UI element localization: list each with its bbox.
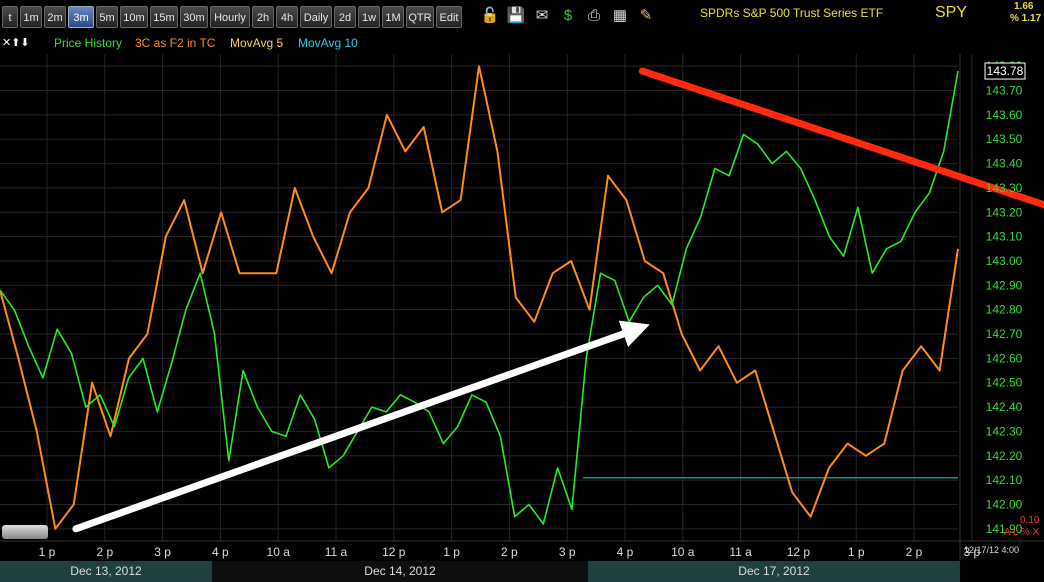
date-segment: Dec 13, 2012 [0,561,212,582]
y-tick-label: 143.10 [986,230,1023,244]
x-tick-label: 1 p [39,545,56,559]
y-tick-label: 142.70 [986,327,1023,341]
y-tick-label: 142.60 [986,351,1023,365]
y-tick-label: 142.80 [986,303,1023,317]
x-tick-label: 2 p [501,545,518,559]
x-tick-label: 11 a [325,545,348,559]
y-tick-label: 142.40 [986,400,1023,414]
y-tick-label: 142.30 [986,424,1023,438]
x-tick-label: 10 a [267,545,291,559]
y-tick-label: 143.40 [986,157,1023,171]
white-trend-arrow [72,320,650,533]
x-tick-label: 3 p [559,545,576,559]
x-tick-label: 1 p [848,545,865,559]
date-bar: Dec 13, 2012 Dec 14, 2012 Dec 17, 2012 [0,561,1044,582]
y-tick-label: 143.30 [986,181,1023,195]
last-price-label: 143.78 [987,64,1024,78]
x-tick-label: 3 p [154,545,171,559]
date-segment: Dec 14, 2012 [212,561,588,582]
x-tick-label: 4 p [617,545,634,559]
x-tick-label: 4 p [212,545,229,559]
y-tick-label: 143.60 [986,108,1023,122]
x-tick-label: 2 p [96,545,113,559]
x-tick-label: 2 p [906,545,923,559]
series-3c-indicator [0,65,959,530]
x-tick-label: 12 p [787,545,811,559]
x-tick-label: 12 p [382,545,406,559]
y-tick-label: 142.90 [986,278,1023,292]
axis-scale-value: 0.10 [1020,515,1040,526]
y-tick-label: 142.50 [986,376,1023,390]
y-tick-label: 143.00 [986,254,1023,268]
date-segment: Dec 17, 2012 [588,561,960,582]
y-tick-label: 143.70 [986,84,1023,98]
last-bar-timestamp: 12/17/12 4:00 [964,545,1020,555]
y-tick-label: 142.10 [986,473,1023,487]
x-tick-label: 10 a [671,545,695,559]
y-tick-label: 142.00 [986,497,1023,511]
price-chart[interactable]: 143.80143.70143.60143.50143.40143.30143.… [0,0,1044,561]
chart-scroll-handle[interactable] [2,525,48,539]
red-trend-arrow [638,67,1044,209]
y-tick-label: 143.50 [986,132,1023,146]
y-tick-label: 143.20 [986,205,1023,219]
axis-scale-options[interactable]: A L % X [1004,527,1039,538]
x-tick-label: 1 p [443,545,460,559]
y-tick-label: 142.20 [986,449,1023,463]
x-tick-label: 11 a [729,545,752,559]
